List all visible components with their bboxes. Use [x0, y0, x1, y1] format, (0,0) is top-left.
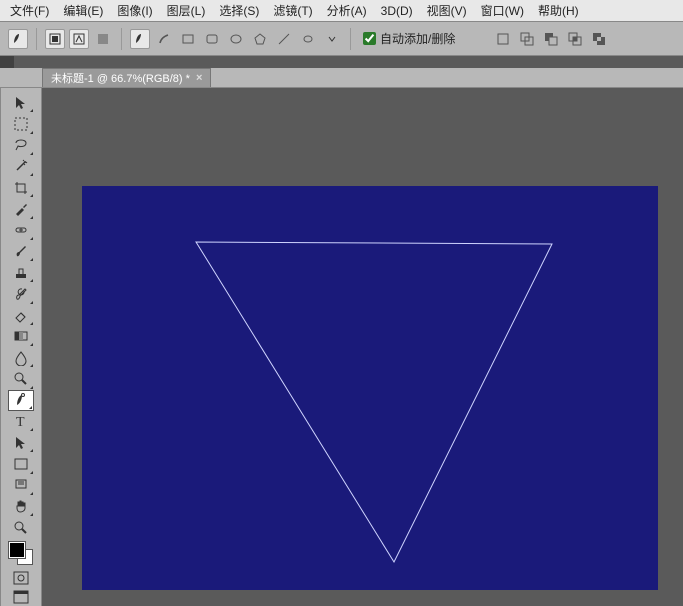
menu-edit[interactable]: 编辑(E) — [57, 0, 109, 21]
dropdown-chevron-icon[interactable] — [322, 29, 342, 49]
auto-add-delete-label: 自动添加/删除 — [380, 30, 455, 47]
clone-stamp-tool[interactable] — [8, 262, 34, 283]
hand-tool[interactable] — [8, 496, 34, 517]
eyedropper-tool[interactable] — [8, 198, 34, 219]
document-tab-bar: 未标题-1 @ 66.7%(RGB/8) * × — [0, 68, 683, 88]
path-op-add-icon[interactable] — [517, 29, 537, 49]
lasso-tool[interactable] — [8, 135, 34, 156]
svg-text:T: T — [16, 415, 25, 429]
document-canvas[interactable] — [82, 186, 658, 590]
blur-tool[interactable] — [8, 347, 34, 368]
shape-layers-icon[interactable] — [45, 29, 65, 49]
separator — [350, 28, 351, 50]
quick-mask-toggle[interactable] — [9, 569, 33, 586]
gradient-tool[interactable] — [8, 326, 34, 347]
document-tab[interactable]: 未标题-1 @ 66.7%(RGB/8) * × — [42, 68, 211, 87]
path-op-intersect-icon[interactable] — [565, 29, 585, 49]
menu-analysis[interactable]: 分析(A) — [321, 0, 373, 21]
screen-mode-toggle[interactable] — [9, 589, 33, 606]
menu-help[interactable]: 帮助(H) — [532, 0, 585, 21]
path-op-new-icon[interactable] — [493, 29, 513, 49]
path-selection-tool[interactable] — [8, 432, 34, 453]
type-tool[interactable]: T — [8, 411, 34, 432]
magic-wand-tool[interactable] — [8, 156, 34, 177]
auto-add-delete-input[interactable] — [363, 32, 376, 45]
pen-tool[interactable] — [8, 390, 34, 411]
foreground-color-swatch[interactable] — [9, 542, 25, 558]
crop-tool[interactable] — [8, 177, 34, 198]
eraser-tool[interactable] — [8, 305, 34, 326]
tool-preset-icon[interactable] — [8, 29, 28, 49]
auto-add-delete-checkbox[interactable]: 自动添加/删除 — [363, 30, 455, 47]
rectangle-tool[interactable] — [8, 453, 34, 474]
path-triangle-outline[interactable] — [82, 186, 658, 590]
workspace: T — [0, 88, 683, 606]
menu-select[interactable]: 选择(S) — [213, 0, 265, 21]
line-shape-icon[interactable] — [274, 29, 294, 49]
polygon-shape-icon[interactable] — [250, 29, 270, 49]
zoom-tool[interactable] — [8, 517, 34, 538]
separator — [121, 28, 122, 50]
menu-bar: 文件(F) 编辑(E) 图像(I) 图层(L) 选择(S) 滤镜(T) 分析(A… — [0, 0, 683, 22]
foreground-background-colors[interactable] — [7, 540, 35, 567]
path-op-exclude-icon[interactable] — [589, 29, 609, 49]
menu-image[interactable]: 图像(I) — [111, 0, 158, 21]
healing-brush-tool[interactable] — [8, 220, 34, 241]
pen-tool-icon[interactable] — [130, 29, 150, 49]
custom-shape-icon[interactable] — [298, 29, 318, 49]
brush-tool[interactable] — [8, 241, 34, 262]
canvas-viewport[interactable] — [42, 88, 683, 606]
menu-window[interactable]: 窗口(W) — [475, 0, 530, 21]
ellipse-shape-icon[interactable] — [226, 29, 246, 49]
rounded-rect-shape-icon[interactable] — [202, 29, 222, 49]
rectangle-shape-icon[interactable] — [178, 29, 198, 49]
dodge-tool[interactable] — [8, 368, 34, 389]
menu-view[interactable]: 视图(V) — [421, 0, 473, 21]
freeform-pen-icon[interactable] — [154, 29, 174, 49]
notes-tool[interactable] — [8, 475, 34, 496]
menu-layer[interactable]: 图层(L) — [161, 0, 212, 21]
tab-shelf — [0, 56, 683, 68]
path-op-subtract-icon[interactable] — [541, 29, 561, 49]
options-bar: 自动添加/删除 — [0, 22, 683, 56]
menu-filter[interactable]: 滤镜(T) — [267, 0, 318, 21]
menu-file[interactable]: 文件(F) — [4, 0, 55, 21]
menu-3d[interactable]: 3D(D) — [375, 2, 419, 20]
separator — [36, 28, 37, 50]
marquee-tool[interactable] — [8, 113, 34, 134]
toolbox: T — [0, 88, 42, 606]
fill-pixels-icon[interactable] — [93, 29, 113, 49]
document-tab-title: 未标题-1 @ 66.7%(RGB/8) * — [51, 70, 190, 86]
close-tab-icon[interactable]: × — [196, 72, 202, 84]
move-tool[interactable] — [8, 92, 34, 113]
history-brush-tool[interactable] — [8, 283, 34, 304]
paths-mode-icon[interactable] — [69, 29, 89, 49]
